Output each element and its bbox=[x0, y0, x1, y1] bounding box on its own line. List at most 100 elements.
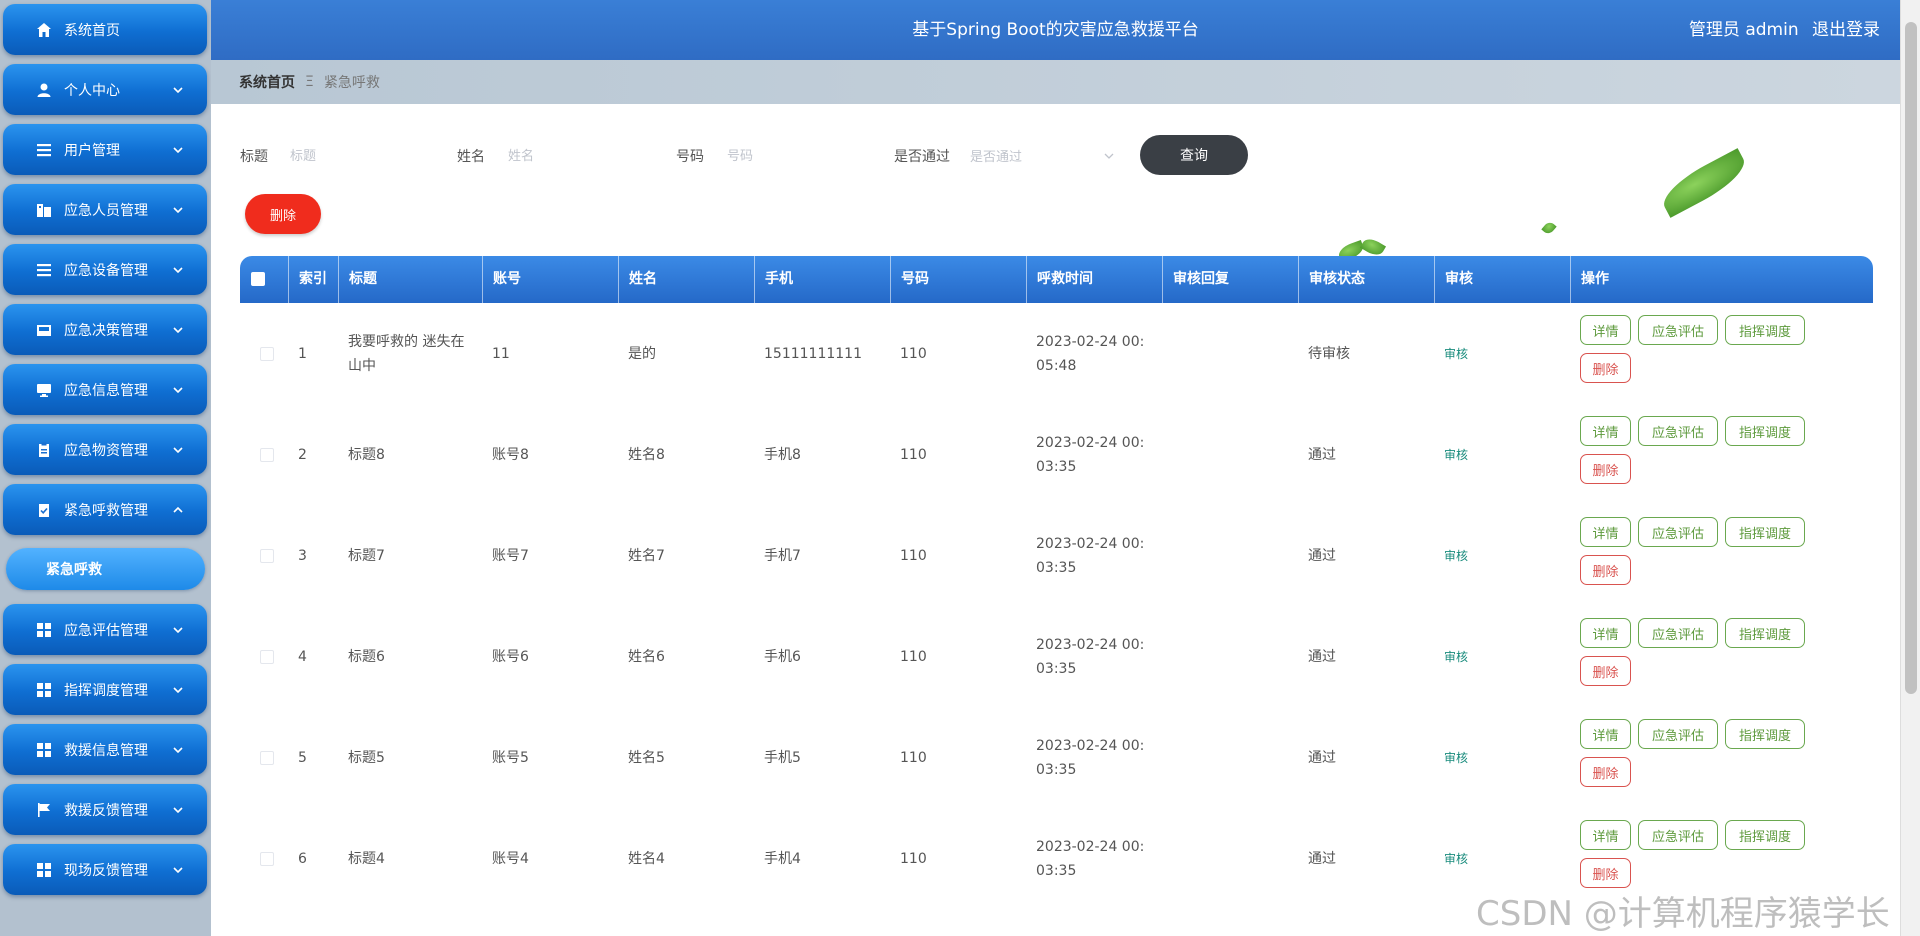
column-header: 审核 bbox=[1434, 256, 1570, 303]
cell-status: 通过 bbox=[1298, 606, 1434, 707]
sidebar-item[interactable]: 应急物资管理 bbox=[3, 424, 207, 475]
sidebar-item[interactable]: 系统首页 bbox=[3, 4, 207, 55]
column-header: 姓名 bbox=[618, 256, 754, 303]
grid-icon bbox=[36, 862, 52, 878]
sidebar-item[interactable]: 应急人员管理 bbox=[3, 184, 207, 235]
audit-link[interactable]: 审核 bbox=[1444, 544, 1468, 568]
assess-button[interactable]: 应急评估 bbox=[1638, 820, 1718, 850]
chevron-down-icon bbox=[171, 443, 185, 457]
query-button[interactable]: 查询 bbox=[1140, 135, 1248, 175]
detail-button[interactable]: 详情 bbox=[1580, 517, 1631, 547]
breadcrumb-home[interactable]: 系统首页 bbox=[239, 72, 295, 92]
detail-button[interactable]: 详情 bbox=[1580, 416, 1631, 446]
scrollbar-thumb[interactable] bbox=[1905, 22, 1917, 694]
cell-title-text: 标题8 bbox=[348, 446, 385, 463]
detail-button[interactable]: 详情 bbox=[1580, 820, 1631, 850]
row-checkbox[interactable] bbox=[260, 750, 274, 765]
row-checkbox[interactable] bbox=[260, 548, 274, 563]
cell-status: 通过 bbox=[1298, 505, 1434, 606]
user-icon bbox=[36, 82, 52, 98]
sidebar-item-label: 紧急呼救管理 bbox=[64, 502, 148, 519]
vertical-scrollbar[interactable] bbox=[1900, 0, 1920, 936]
sidebar-item[interactable]: 应急评估管理 bbox=[3, 604, 207, 655]
dispatch-button[interactable]: 指挥调度 bbox=[1725, 517, 1805, 547]
sidebar-item-label: 应急信息管理 bbox=[64, 382, 148, 399]
search-title-input[interactable] bbox=[284, 138, 434, 172]
sidebar-item[interactable]: 个人中心 bbox=[3, 64, 207, 115]
column-header: 号码 bbox=[890, 256, 1026, 303]
list-icon bbox=[36, 142, 52, 158]
row-checkbox[interactable] bbox=[260, 851, 274, 866]
sidebar-item[interactable]: 现场反馈管理 bbox=[3, 844, 207, 895]
row-checkbox[interactable] bbox=[260, 447, 274, 462]
row-delete-button[interactable]: 删除 bbox=[1580, 656, 1631, 686]
dispatch-button[interactable]: 指挥调度 bbox=[1725, 618, 1805, 648]
sidebar-subitem-emergency-call[interactable]: 紧急呼救 bbox=[6, 548, 205, 590]
cell-status: 通过 bbox=[1298, 707, 1434, 808]
search-name-input[interactable] bbox=[502, 138, 652, 172]
dispatch-button[interactable]: 指挥调度 bbox=[1725, 315, 1805, 345]
search-number-input[interactable] bbox=[721, 138, 871, 172]
assess-button[interactable]: 应急评估 bbox=[1638, 315, 1718, 345]
cell-time-text: 2023-02-24 00:03:35 bbox=[1036, 434, 1145, 475]
dispatch-button[interactable]: 指挥调度 bbox=[1725, 820, 1805, 850]
cell-status-text: 通过 bbox=[1308, 850, 1336, 867]
assess-button[interactable]: 应急评估 bbox=[1638, 416, 1718, 446]
audit-link[interactable]: 审核 bbox=[1444, 443, 1468, 467]
cell-account-text: 账号6 bbox=[492, 648, 529, 665]
select-all-checkbox[interactable] bbox=[240, 256, 288, 303]
row-delete-button[interactable]: 删除 bbox=[1580, 757, 1631, 787]
row-checkbox[interactable] bbox=[260, 649, 274, 664]
sidebar-item[interactable]: 应急设备管理 bbox=[3, 244, 207, 295]
chevron-down-icon bbox=[171, 803, 185, 817]
column-header: 操作 bbox=[1570, 256, 1873, 303]
audit-link[interactable]: 审核 bbox=[1444, 645, 1468, 669]
sidebar-item[interactable]: 应急决策管理 bbox=[3, 304, 207, 355]
sidebar-item[interactable]: 应急信息管理 bbox=[3, 364, 207, 415]
grid-icon bbox=[36, 682, 52, 698]
detail-button[interactable]: 详情 bbox=[1580, 315, 1631, 345]
sidebar-item[interactable]: 救援信息管理 bbox=[3, 724, 207, 775]
cell-reply bbox=[1162, 505, 1298, 606]
detail-button[interactable]: 详情 bbox=[1580, 618, 1631, 648]
row-delete-button[interactable]: 删除 bbox=[1580, 858, 1631, 888]
assess-button[interactable]: 应急评估 bbox=[1638, 719, 1718, 749]
cell-index-text: 5 bbox=[298, 749, 307, 766]
cell-phone-text: 手机6 bbox=[764, 648, 801, 665]
sidebar-item[interactable]: 救援反馈管理 bbox=[3, 784, 207, 835]
detail-button[interactable]: 详情 bbox=[1580, 719, 1631, 749]
cell-index-text: 3 bbox=[298, 547, 307, 564]
column-header: 呼救时间 bbox=[1026, 256, 1162, 303]
assess-button[interactable]: 应急评估 bbox=[1638, 517, 1718, 547]
dispatch-button[interactable]: 指挥调度 bbox=[1725, 416, 1805, 446]
row-delete-button[interactable]: 删除 bbox=[1580, 454, 1631, 484]
cell-name-text: 姓名4 bbox=[628, 850, 665, 867]
cell-number-text: 110 bbox=[900, 446, 927, 463]
sidebar-item-label: 现场反馈管理 bbox=[64, 862, 148, 879]
table-row: 2 标题8 账号8 姓名8 手机8 110 2023-02-24 00:03:35 通过 审核 详… bbox=[240, 404, 1873, 505]
chevron-down-icon bbox=[171, 863, 185, 877]
row-checkbox[interactable] bbox=[260, 346, 274, 361]
clipboard-icon bbox=[36, 442, 52, 458]
cell-name-text: 姓名8 bbox=[628, 446, 665, 463]
audit-link[interactable]: 审核 bbox=[1444, 847, 1468, 871]
search-pass-select[interactable]: 是否通过 bbox=[964, 138, 1124, 172]
cell-phone-text: 手机4 bbox=[764, 850, 801, 867]
batch-delete-button[interactable]: 删除 bbox=[245, 194, 321, 234]
logout-link[interactable]: 退出登录 bbox=[1812, 20, 1880, 40]
cell-title-text: 标题4 bbox=[348, 850, 385, 867]
row-delete-button[interactable]: 删除 bbox=[1580, 353, 1631, 383]
cell-phone-text: 手机8 bbox=[764, 446, 801, 463]
audit-link[interactable]: 审核 bbox=[1444, 746, 1468, 770]
cell-name: 姓名6 bbox=[618, 606, 754, 707]
sidebar-item[interactable]: 紧急呼救管理 bbox=[3, 484, 207, 535]
audit-link[interactable]: 审核 bbox=[1444, 342, 1468, 366]
row-select-cell bbox=[240, 707, 288, 808]
cell-name: 姓名8 bbox=[618, 404, 754, 505]
dispatch-button[interactable]: 指挥调度 bbox=[1725, 719, 1805, 749]
sidebar-item[interactable]: 指挥调度管理 bbox=[3, 664, 207, 715]
assess-button[interactable]: 应急评估 bbox=[1638, 618, 1718, 648]
row-delete-button[interactable]: 删除 bbox=[1580, 555, 1631, 585]
cell-name: 是的 bbox=[618, 303, 754, 404]
sidebar-item[interactable]: 用户管理 bbox=[3, 124, 207, 175]
